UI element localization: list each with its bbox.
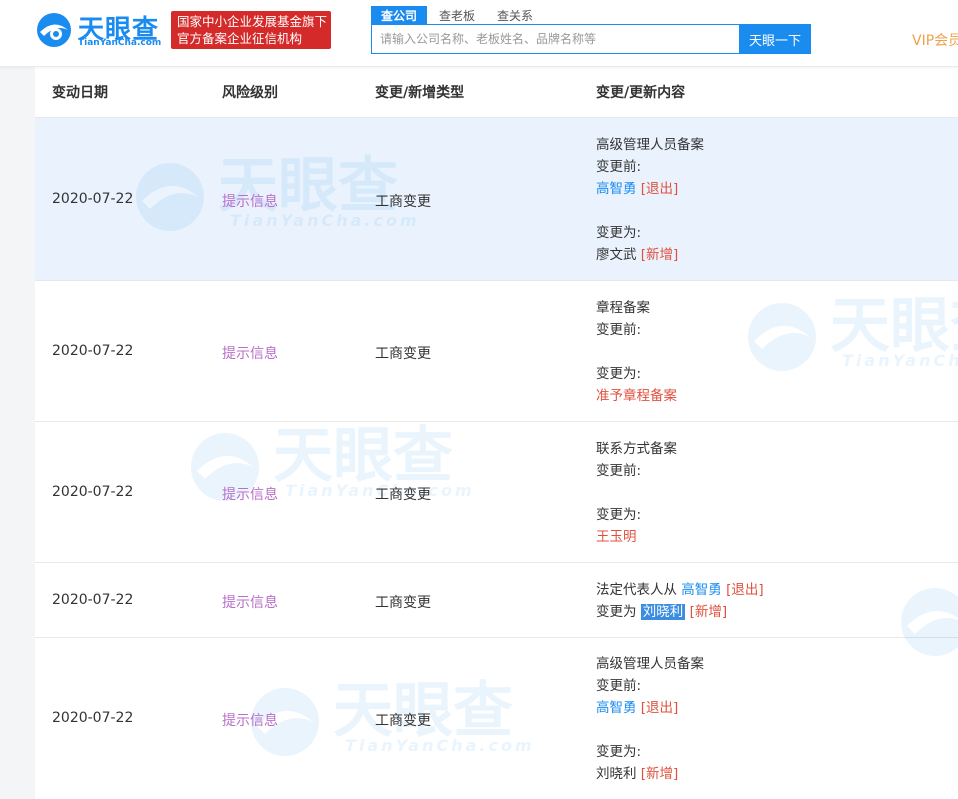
change-date: 2020-07-22	[52, 591, 134, 608]
search-button[interactable]: 天眼一下	[739, 24, 811, 54]
badge-line-1: 国家中小企业发展基金旗下	[177, 14, 328, 29]
content-line: 王玉明	[596, 526, 677, 548]
col-risk-header: 风险级别	[222, 85, 278, 101]
tab-relation[interactable]: 查关系	[487, 6, 543, 24]
content-line: 法定代表人从 高智勇 [退出]	[596, 579, 764, 601]
status-tag: 准予章程备案	[596, 388, 677, 404]
status-tag: [退出]	[636, 700, 679, 716]
content-line: 变更为:	[596, 504, 677, 526]
change-content: 法定代表人从 高智勇 [退出] 变更为 刘晓利 [新增]	[596, 579, 764, 623]
change-record-table: 变动日期 风险级别 变更/新增类型 变更/更新内容 2020-07-22 提示信息…	[35, 67, 958, 799]
change-type: 工商变更	[375, 345, 431, 362]
change-date: 2020-07-22	[52, 190, 134, 207]
change-content: 高级管理人员备案 变更前: 高智勇 [退出] 变更为: 廖文武 [新增]	[596, 134, 704, 266]
content-text: 刘晓利	[596, 766, 637, 782]
change-date: 2020-07-22	[52, 483, 134, 500]
content-text: 变更前:	[596, 159, 642, 175]
content-line: 变更前:	[596, 156, 704, 178]
change-type: 工商变更	[375, 486, 431, 503]
content-text: 变更为:	[596, 744, 642, 760]
col-date-header: 变动日期	[52, 85, 108, 101]
content-text: 变更前:	[596, 463, 642, 479]
content-line: 高级管理人员备案	[596, 653, 704, 675]
content-text: 变更为:	[596, 225, 642, 241]
content-line: 联系方式备案	[596, 438, 677, 460]
content-text: 章程备案	[596, 300, 650, 316]
change-type: 工商变更	[375, 594, 431, 611]
content-line	[596, 719, 704, 741]
content-line	[596, 341, 677, 363]
table-row: 2020-07-22 提示信息 工商变更 高级管理人员备案 变更前: 高智勇 [退出] 变更…	[35, 637, 958, 799]
tab-company[interactable]: 查公司	[371, 6, 428, 24]
change-date: 2020-07-22	[52, 710, 134, 726]
person-link[interactable]: 高智勇	[681, 582, 722, 598]
status-tag: [新增]	[636, 766, 679, 782]
content-line: 高智勇 [退出]	[596, 697, 704, 719]
col-type-header: 变更/新增类型	[375, 85, 465, 101]
search-tabs: 查公司 查老板 查关系	[371, 6, 545, 24]
content-line: 刘晓利 [新增]	[596, 763, 704, 785]
logo-subtext: TianYanCha.com	[78, 38, 162, 48]
status-tag: [新增]	[685, 604, 728, 620]
content-text: 联系方式备案	[596, 441, 677, 457]
person-link[interactable]: 高智勇	[596, 700, 637, 716]
content-text: 廖文武	[596, 247, 637, 263]
table-row: 2020-07-22 提示信息 工商变更 章程备案变更前: 变更为: 准予章程备案	[35, 280, 958, 421]
table-row: 2020-07-22 提示信息 工商变更 法定代表人从 高智勇 [退出] 变更为 刘晓利…	[35, 562, 958, 637]
content-line	[596, 482, 677, 504]
risk-level-link[interactable]: 提示信息	[222, 592, 278, 612]
vip-link[interactable]: VIP会员	[912, 30, 958, 50]
content-text: 变更为	[596, 604, 641, 620]
search-box	[371, 24, 740, 54]
change-type: 工商变更	[375, 193, 431, 210]
content-line: 变更为 刘晓利 [新增]	[596, 601, 764, 623]
content-line: 变更前:	[596, 675, 704, 697]
content-line	[596, 200, 704, 222]
col-content-header: 变更/更新内容	[596, 85, 686, 101]
person-link[interactable]: 刘晓利	[640, 604, 686, 620]
change-content: 高级管理人员备案 变更前: 高智勇 [退出] 变更为: 刘晓利 [新增]	[596, 653, 704, 785]
content-text: 变更前:	[596, 322, 642, 338]
content-line: 变更前:	[596, 460, 677, 482]
certification-badge: 国家中小企业发展基金旗下 官方备案企业征信机构	[171, 11, 331, 49]
risk-level-link[interactable]: 提示信息	[222, 191, 278, 211]
content-text: 法定代表人从	[596, 582, 682, 598]
change-date: 2020-07-22	[52, 342, 134, 359]
content-text: 变更前:	[596, 678, 642, 694]
change-type: 工商变更	[375, 713, 431, 729]
search-input[interactable]	[372, 25, 739, 53]
content-line: 变更前:	[596, 319, 677, 341]
person-link[interactable]: 高智勇	[596, 181, 637, 197]
content-text: 高级管理人员备案	[596, 137, 704, 153]
content-text: 变更为:	[596, 366, 642, 382]
top-header: 天眼查 TianYanCha.com 国家中小企业发展基金旗下 官方备案企业征信…	[0, 0, 958, 67]
status-tag: 王玉明	[596, 529, 637, 545]
content-line: 高智勇 [退出]	[596, 178, 704, 200]
site-logo[interactable]: 天眼查 TianYanCha.com	[34, 10, 164, 50]
content-line: 高级管理人员备案	[596, 134, 704, 156]
change-content: 联系方式备案 变更前: 变更为: 王玉明	[596, 438, 677, 548]
content-line: 准予章程备案	[596, 385, 677, 407]
badge-line-2: 官方备案企业征信机构	[177, 31, 303, 46]
table-header: 变动日期 风险级别 变更/新增类型 变更/更新内容	[35, 67, 958, 117]
content-line: 变更为:	[596, 741, 704, 763]
status-tag: [退出]	[721, 582, 764, 598]
change-content: 章程备案变更前: 变更为: 准予章程备案	[596, 297, 677, 407]
content-line: 变更为:	[596, 363, 677, 385]
status-tag: [新增]	[636, 247, 679, 263]
table-row: 2020-07-22 提示信息 工商变更 高级管理人员备案 变更前: 高智勇 [退出] 变更…	[35, 117, 958, 280]
status-tag: [退出]	[636, 181, 679, 197]
tab-boss[interactable]: 查老板	[429, 6, 485, 24]
risk-level-link[interactable]: 提示信息	[222, 343, 278, 363]
table-row: 2020-07-22 提示信息 工商变更 联系方式备案 变更前: 变更为: 王玉明	[35, 421, 958, 562]
eye-logo-icon	[37, 13, 71, 47]
content-line: 廖文武 [新增]	[596, 244, 704, 266]
content-text: 高级管理人员备案	[596, 656, 704, 672]
risk-level-link[interactable]: 提示信息	[222, 710, 278, 730]
content-line: 章程备案	[596, 297, 677, 319]
content-line: 变更为:	[596, 222, 704, 244]
content-text: 变更为:	[596, 507, 642, 523]
risk-level-link[interactable]: 提示信息	[222, 484, 278, 504]
